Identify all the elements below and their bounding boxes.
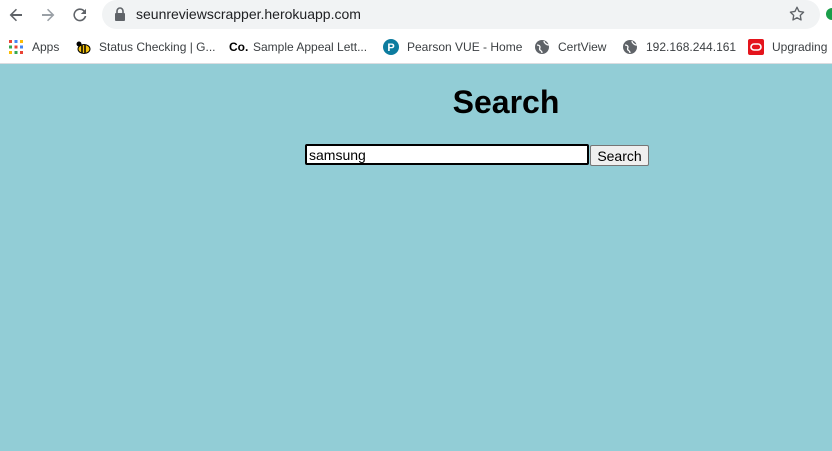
bookmark-status-checking[interactable]: Status Checking | G... [75, 38, 216, 56]
bookmarks-bar: Apps Status Checking | G... Co. Sample A… [0, 30, 832, 64]
bookmark-apps[interactable]: Apps [8, 38, 59, 56]
search-input[interactable] [305, 144, 589, 165]
back-button[interactable] [5, 4, 27, 26]
page-content: Search Search [0, 64, 832, 451]
co-icon: Co. [229, 40, 249, 54]
page-title: Search [452, 84, 560, 120]
back-arrow-icon [9, 8, 22, 22]
profile-avatar[interactable] [826, 8, 832, 20]
lock-icon [115, 7, 125, 21]
pearson-icon: P [383, 39, 399, 55]
apps-grid-icon [8, 39, 24, 55]
bookmark-label: Pearson VUE - Home [407, 40, 523, 54]
svg-text:P: P [387, 42, 394, 54]
url-text: seunreviewscrapper.herokuapp.com [136, 6, 361, 22]
bookmark-label: 192.168.244.161 [646, 40, 737, 54]
browser-toolbar: seunreviewscrapper.herokuapp.com [0, 0, 832, 30]
search-button[interactable]: Search [590, 145, 649, 166]
bookmark-sample-appeal[interactable]: Co. Sample Appeal Lett... [229, 38, 367, 56]
globe-icon [622, 39, 638, 55]
bookmark-star-icon[interactable] [788, 5, 806, 23]
bookmark-pearson-vue[interactable]: P Pearson VUE - Home [383, 38, 522, 56]
bee-icon [75, 39, 91, 55]
bookmark-label: Status Checking | G... [99, 40, 216, 54]
bookmark-ip-address[interactable]: 192.168.244.161 [622, 38, 736, 56]
bookmark-label: Sample Appeal Lett... [253, 40, 368, 54]
bookmark-label: Apps [32, 40, 60, 54]
oracle-icon [748, 39, 764, 55]
reload-icon [73, 8, 87, 22]
forward-button[interactable] [37, 4, 59, 26]
bookmark-certview[interactable]: CertView [534, 38, 606, 56]
forward-arrow-icon [42, 8, 55, 22]
bookmark-label: Upgrading [772, 40, 828, 54]
bookmark-upgrading[interactable]: Upgrading [748, 38, 827, 56]
address-bar[interactable]: seunreviewscrapper.herokuapp.com [102, 0, 820, 29]
globe-icon [534, 39, 550, 55]
reload-button[interactable] [69, 4, 91, 26]
bookmark-label: CertView [558, 40, 607, 54]
